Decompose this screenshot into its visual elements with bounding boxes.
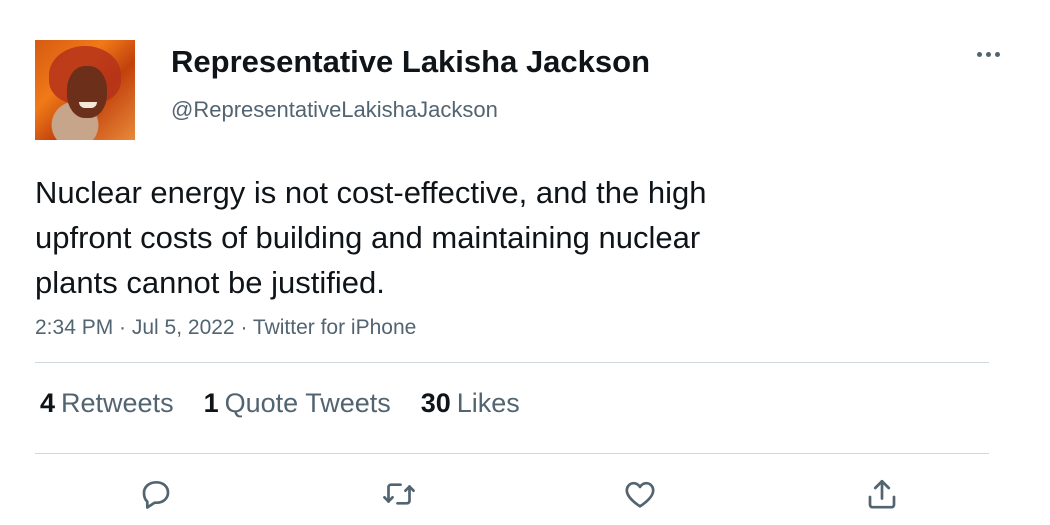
tweet-text: Nuclear energy is not cost-effective, an… xyxy=(35,170,855,305)
reply-icon xyxy=(142,480,170,509)
likes-label: Likes xyxy=(456,388,520,418)
action-bar xyxy=(0,472,1050,518)
like-button[interactable] xyxy=(618,472,662,516)
likes-count: 30 xyxy=(420,388,451,418)
share-icon xyxy=(868,479,896,509)
likes-stat[interactable]: 30 Likes xyxy=(421,388,520,419)
tweet-stats: 4 Retweets 1 Quote Tweets 30 Likes xyxy=(40,388,520,419)
retweet-icon xyxy=(383,483,415,505)
retweets-count: 4 xyxy=(40,388,56,418)
quotes-stat[interactable]: 1 Quote Tweets xyxy=(204,388,391,419)
tweet-text-line: Nuclear energy is not cost-effective, an… xyxy=(35,175,707,210)
retweets-label: Retweets xyxy=(61,388,174,418)
quotes-count: 1 xyxy=(203,388,219,418)
like-icon xyxy=(625,481,655,508)
author-handle[interactable]: @RepresentativeLakishaJackson xyxy=(171,97,498,123)
retweets-stat[interactable]: 4 Retweets xyxy=(40,388,174,419)
avatar-face xyxy=(67,66,107,118)
divider xyxy=(35,362,989,363)
reply-button[interactable] xyxy=(134,472,178,516)
more-icon[interactable] xyxy=(970,42,1006,66)
divider xyxy=(35,453,989,454)
quotes-label: Quote Tweets xyxy=(224,388,391,418)
retweet-button[interactable] xyxy=(377,472,421,516)
tweet-meta[interactable]: 2:34 PM · Jul 5, 2022 · Twitter for iPho… xyxy=(35,316,416,340)
avatar[interactable] xyxy=(35,40,135,140)
tweet-text-line: upfront costs of building and maintainin… xyxy=(35,220,701,255)
author-name[interactable]: Representative Lakisha Jackson xyxy=(171,44,650,80)
share-button[interactable] xyxy=(860,472,904,516)
tweet-text-line: plants cannot be justified. xyxy=(35,265,385,300)
